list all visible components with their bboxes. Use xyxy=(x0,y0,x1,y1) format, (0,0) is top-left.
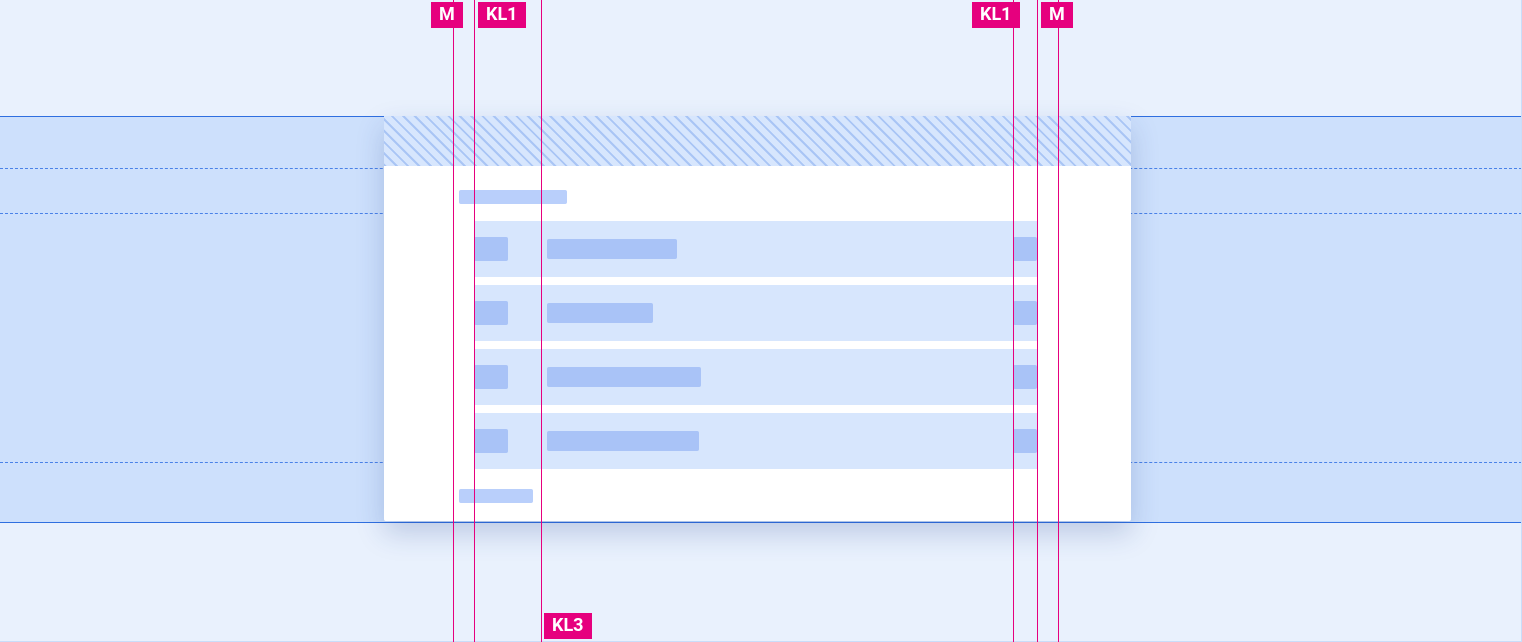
section-header-placeholder xyxy=(459,190,567,204)
guide-tag-kl3: KL3 xyxy=(544,613,592,639)
row-label-placeholder xyxy=(547,239,677,259)
guide-tag-m-left: M xyxy=(431,2,463,28)
row-label-placeholder xyxy=(547,303,653,323)
guide-tag-kl1-left: KL1 xyxy=(478,2,526,28)
hatched-header-area xyxy=(384,116,1131,166)
guide-tag-m-right: M xyxy=(1041,2,1073,28)
row-leading-icon xyxy=(474,301,508,325)
section-footer-placeholder xyxy=(459,489,533,503)
row-label-placeholder xyxy=(547,367,701,387)
list-row xyxy=(474,349,1037,405)
guide-line-m-left-a xyxy=(453,0,454,642)
row-trailing-icon xyxy=(1013,237,1037,261)
row-leading-icon xyxy=(474,429,508,453)
guide-line-kl1-left xyxy=(541,0,542,642)
list-row xyxy=(474,221,1037,277)
row-label-placeholder xyxy=(547,431,699,451)
row-trailing-icon xyxy=(1013,429,1037,453)
guide-line-kl1-right-a xyxy=(1037,0,1038,642)
list-row xyxy=(474,413,1037,469)
row-trailing-icon xyxy=(1013,301,1037,325)
guide-line-kl1-right-b xyxy=(1013,0,1014,642)
row-leading-icon xyxy=(474,237,508,261)
guide-line-m-right xyxy=(1058,0,1059,642)
list-row xyxy=(474,285,1037,341)
row-trailing-icon xyxy=(1013,365,1037,389)
guide-tag-kl1-right: KL1 xyxy=(972,2,1020,28)
guide-line-m-left-b xyxy=(474,0,475,642)
layout-spec-diagram: M KL1 KL1 M KL3 xyxy=(0,0,1522,642)
row-leading-icon xyxy=(474,365,508,389)
